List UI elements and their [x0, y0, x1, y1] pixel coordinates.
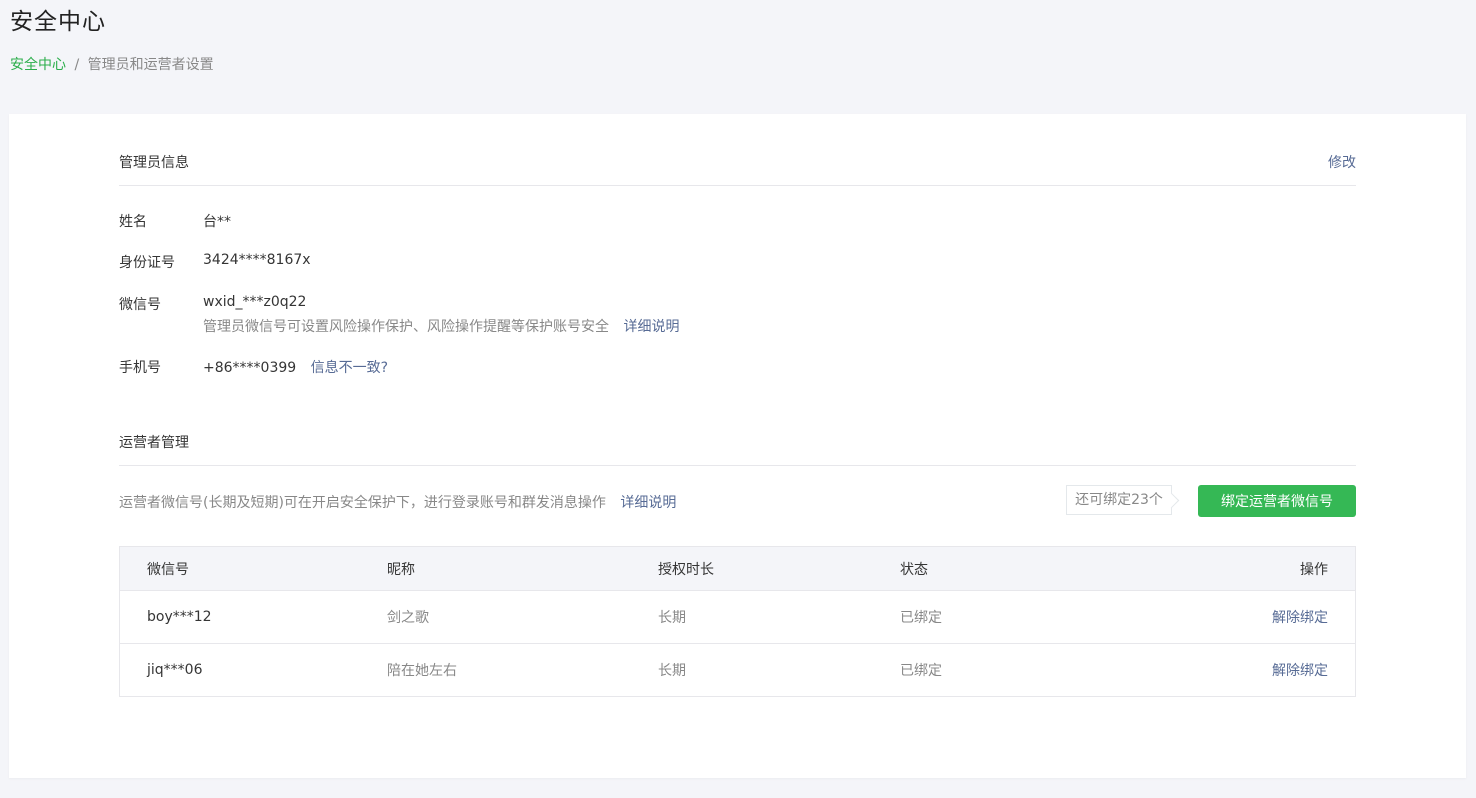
- admin-wechat-hint-text: 管理员微信号可设置风险操作保护、风险操作提醒等保护账号安全: [203, 319, 609, 335]
- operators-table: 微信号 昵称 授权时长 状态 操作 boy***12 剑之歌 长期 已绑定 解除…: [119, 546, 1356, 697]
- table-row: boy***12 剑之歌 长期 已绑定 解除绑定: [120, 591, 1355, 644]
- admin-wechat-hint: 管理员微信号可设置风险操作保护、风险操作提醒等保护账号安全 详细说明: [203, 316, 679, 336]
- operators-detail-link[interactable]: 详细说明: [620, 495, 676, 511]
- table-row: jiq***06 陪在她左右 长期 已绑定 解除绑定: [120, 644, 1355, 696]
- admin-id-value: 3424****8167x: [203, 252, 311, 268]
- unbind-link[interactable]: 解除绑定: [1272, 607, 1328, 627]
- admin-name-value: 台**: [203, 214, 231, 230]
- unbind-link[interactable]: 解除绑定: [1272, 660, 1328, 680]
- header-nickname: 昵称: [387, 561, 415, 578]
- row-nickname: 剑之歌: [387, 610, 429, 626]
- admin-phone-label: 手机号: [119, 360, 161, 376]
- settings-card: 管理员信息 修改 姓名 台** 身份证号 3424****8167x 微信号 w…: [9, 114, 1466, 778]
- admin-phone-value: +86****0399: [203, 360, 297, 376]
- edit-admin-link[interactable]: 修改: [1328, 152, 1356, 172]
- admin-id-label: 身份证号: [119, 255, 175, 271]
- row-wechat: boy***12: [147, 609, 212, 625]
- row-duration: 长期: [658, 610, 686, 626]
- row-status: 已绑定: [900, 610, 942, 626]
- operators-section-header: 运营者管理: [119, 427, 1356, 466]
- admin-section-title: 管理员信息: [119, 155, 189, 172]
- table-header: 微信号 昵称 授权时长 状态 操作: [120, 547, 1355, 591]
- admin-wechat-detail-link[interactable]: 详细说明: [623, 319, 679, 335]
- breadcrumb-separator: /: [74, 57, 80, 73]
- breadcrumb: 安全中心 / 管理员和运营者设置: [10, 54, 214, 74]
- row-nickname: 陪在她左右: [387, 663, 457, 679]
- row-wechat: jiq***06: [147, 662, 203, 678]
- operators-description: 运营者微信号(长期及短期)可在开启安全保护下，进行登录账号和群发消息操作 详细说…: [119, 492, 676, 512]
- admin-section-header: 管理员信息 修改: [119, 147, 1356, 186]
- admin-name-label: 姓名: [119, 214, 147, 230]
- breadcrumb-home-link[interactable]: 安全中心: [10, 57, 66, 73]
- breadcrumb-current: 管理员和运营者设置: [87, 57, 214, 73]
- info-mismatch-link[interactable]: 信息不一致?: [311, 360, 388, 376]
- header-wechat: 微信号: [147, 561, 189, 578]
- remaining-bind-count: 还可绑定23个: [1066, 485, 1172, 515]
- operators-section-title: 运营者管理: [119, 435, 189, 452]
- page-title: 安全中心: [10, 9, 106, 35]
- card-content: 管理员信息 修改 姓名 台** 身份证号 3424****8167x 微信号 w…: [119, 114, 1356, 778]
- row-duration: 长期: [658, 663, 686, 679]
- admin-wechat-value: wxid_***z0q22: [203, 294, 307, 310]
- row-status: 已绑定: [900, 663, 942, 679]
- admin-wechat-label: 微信号: [119, 297, 161, 313]
- admin-phone-value-group: +86****0399 信息不一致?: [203, 357, 388, 377]
- header-duration: 授权时长: [658, 561, 714, 578]
- header-action: 操作: [1300, 561, 1328, 578]
- operators-description-text: 运营者微信号(长期及短期)可在开启安全保护下，进行登录账号和群发消息操作: [119, 495, 606, 511]
- header-status: 状态: [900, 561, 928, 578]
- bind-operator-button[interactable]: 绑定运营者微信号: [1198, 485, 1356, 517]
